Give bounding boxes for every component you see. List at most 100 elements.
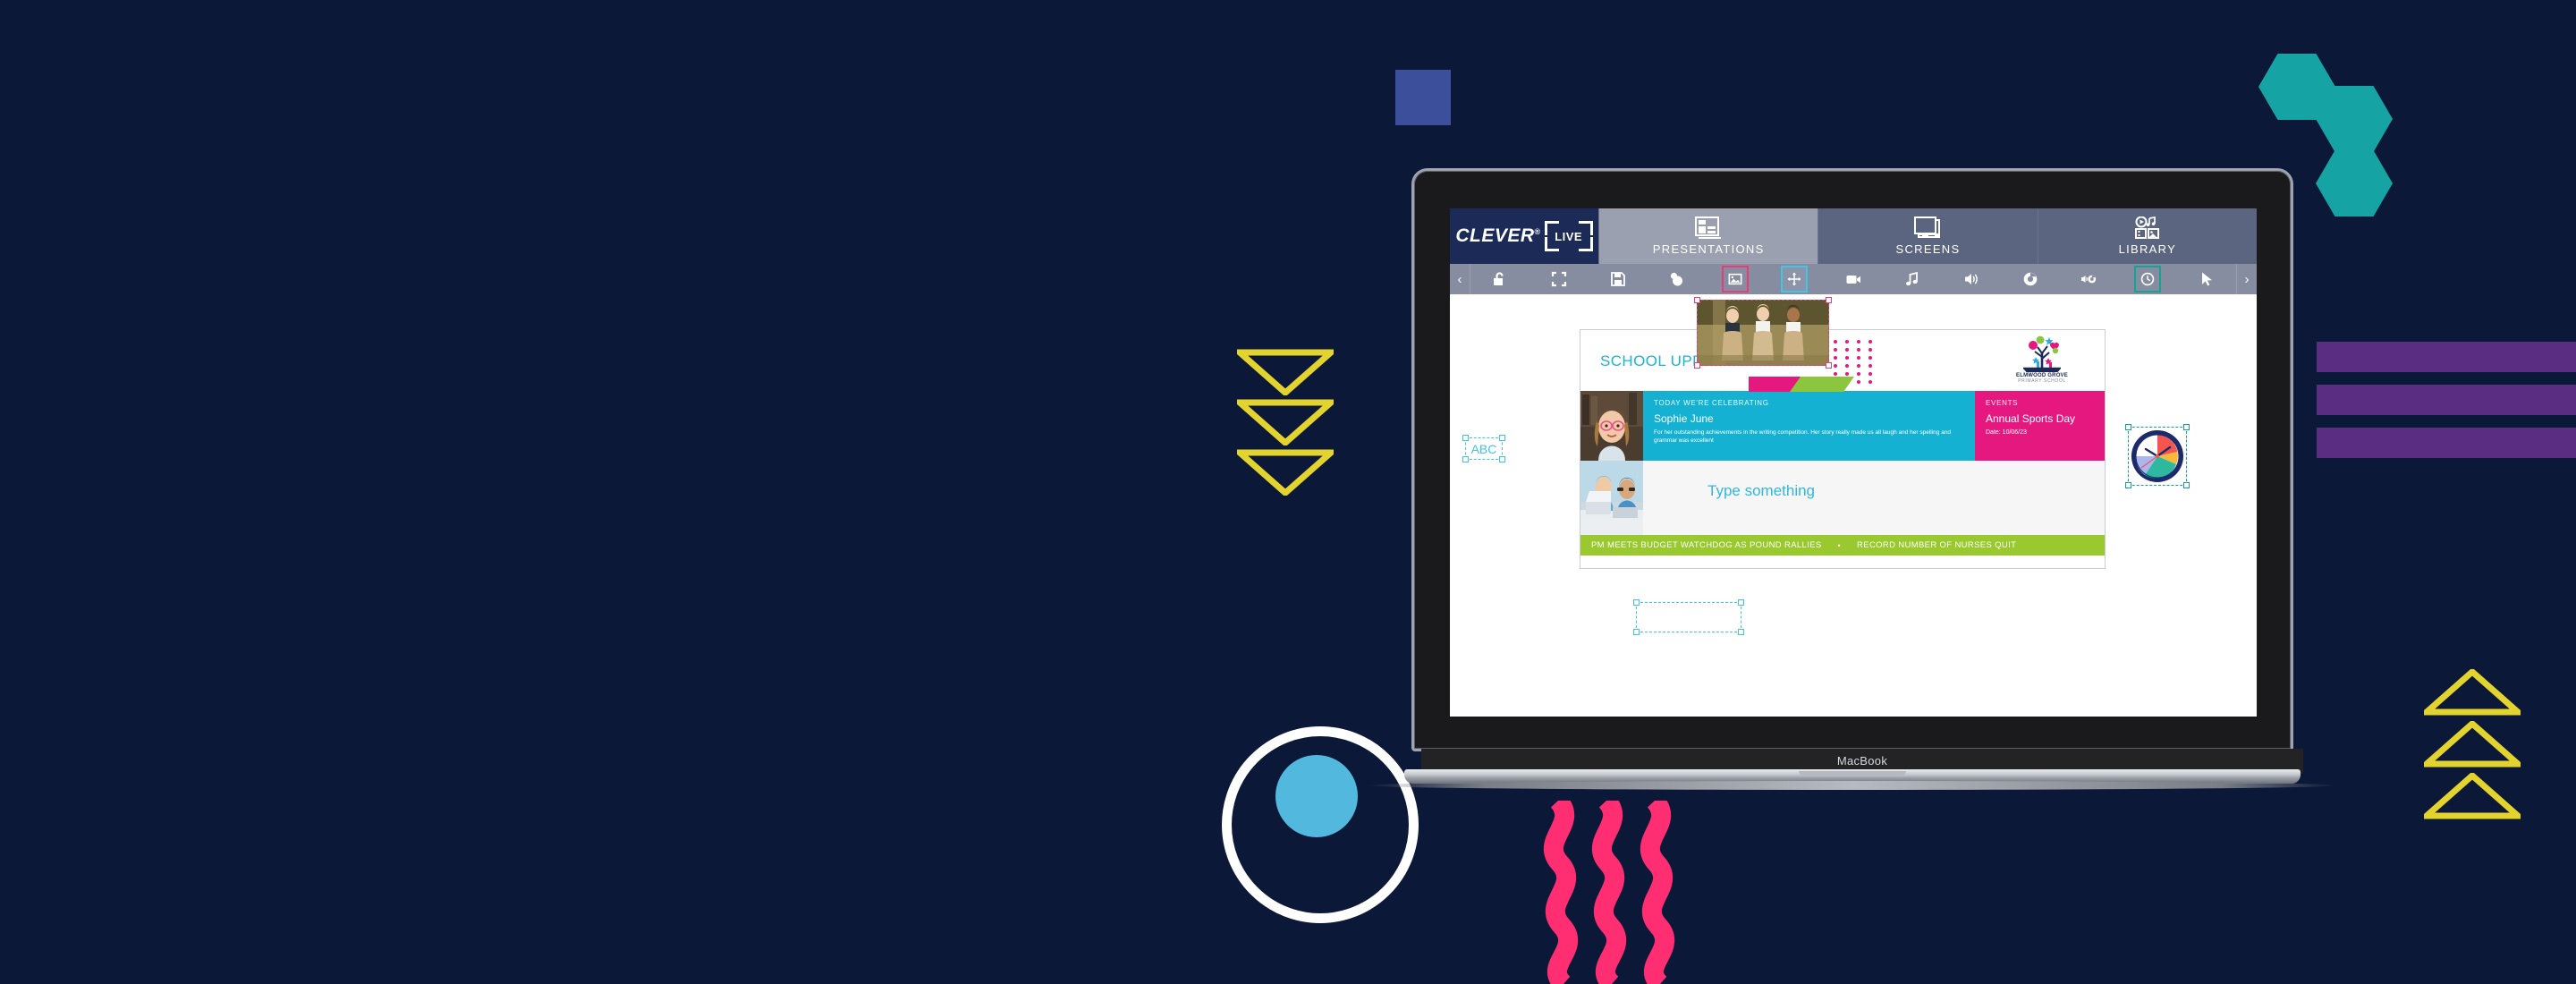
fullscreen-button[interactable] (1546, 266, 1572, 293)
tab-screens[interactable]: SCREENS (1818, 208, 2038, 264)
image-button[interactable] (1722, 266, 1750, 293)
cursor-icon (2202, 272, 2213, 286)
placeholder-text: Type something (1707, 482, 1816, 499)
dot (1868, 356, 1872, 360)
tab-label: LIBRARY (2118, 242, 2177, 256)
resize-handle[interactable] (1826, 362, 1832, 369)
laptop-base-shadow (1368, 781, 2336, 790)
resize-handle[interactable] (2125, 424, 2131, 430)
corner-bracket-icon (1578, 221, 1593, 235)
corner-bracket-icon (1578, 237, 1593, 251)
toolbar-next-button[interactable]: › (2237, 272, 2257, 287)
dot (1834, 372, 1837, 376)
video-button[interactable] (1840, 266, 1867, 293)
dot (1857, 364, 1860, 368)
image-selection-box[interactable] (1694, 297, 1832, 369)
color-bands-decoration (1749, 377, 1854, 392)
triangle-down-icon (1237, 349, 1334, 395)
tab-library[interactable]: LIBRARY (2037, 208, 2257, 264)
events-date: Date: 10/06/23 (1986, 429, 2027, 436)
toolbar-prev-button[interactable]: ‹ (1450, 272, 1470, 287)
resize-handle[interactable] (2183, 482, 2190, 488)
corner-bracket-icon (1544, 221, 1559, 235)
editor-toolbar: ‹ › (1450, 264, 2257, 294)
triangle-down-icon (1237, 399, 1334, 445)
text-placeholder-area[interactable]: Type something (1643, 461, 2105, 535)
media-library-icon (2134, 216, 2159, 239)
shapes-icon (1671, 272, 1683, 286)
slide-middle-row: TODAY WE'RE CELEBRATING Sophie June For … (1580, 391, 2105, 461)
dot (1857, 356, 1860, 360)
cursor-button[interactable] (2193, 266, 2220, 293)
dot (1845, 364, 1849, 368)
browser-icon (2023, 272, 2037, 286)
resize-handle[interactable] (1694, 297, 1700, 303)
school-subtitle: PRIMARY SCHOOL (2018, 378, 2066, 384)
clock-button[interactable] (2134, 266, 2162, 293)
sound-icon (1964, 274, 1978, 284)
resize-handle[interactable] (1633, 629, 1640, 635)
blue-circle-decoration (1275, 755, 1358, 837)
browser-button[interactable] (2017, 266, 2044, 293)
app-header: CLEVER® LIVE PRESENTATIONS SCREENS LIBRA… (1450, 208, 2257, 264)
resize-handle[interactable] (2125, 482, 2131, 488)
chevron-down-decoration-group (1237, 349, 1344, 496)
laptop-screen: CLEVER® LIVE PRESENTATIONS SCREENS LIBRA… (1450, 208, 2257, 717)
macbook-mockup: CLEVER® LIVE PRESENTATIONS SCREENS LIBRA… (1368, 168, 2336, 802)
classroom-photo (1580, 461, 1643, 535)
dot (1857, 340, 1860, 344)
celebrating-kicker: TODAY WE'RE CELEBRATING (1654, 399, 1769, 407)
celebrating-description: For her outstanding achievements in the … (1654, 429, 1952, 445)
resize-handle[interactable] (2183, 424, 2190, 430)
dot (1834, 356, 1837, 360)
events-kicker: EVENTS (1986, 399, 2019, 407)
school-logo: ELMWOOD GROVE PRIMARY SCHOOL (2003, 334, 2081, 389)
unlock-icon (1493, 272, 1504, 285)
purple-bar-decoration (2317, 385, 2576, 415)
purple-bar-decoration (2317, 428, 2576, 458)
abc-text-object[interactable]: ABC (1462, 435, 1505, 462)
triangle-up-icon (2424, 721, 2521, 768)
slide-canvas[interactable]: SCHOOL UPDATE ELMWOOD GROVE PRIMARY SCHO… (1450, 294, 2257, 717)
celebrating-panel: TODAY WE'RE CELEBRATING Sophie June For … (1643, 391, 1975, 461)
resize-handle[interactable] (1738, 629, 1744, 635)
tab-presentations[interactable]: PRESENTATIONS (1598, 208, 1818, 264)
audio-web-button[interactable] (2075, 266, 2102, 293)
dot (1834, 348, 1837, 352)
tab-label: SCREENS (1895, 242, 1961, 256)
ticker-item: RECORD NUMBER OF NURSES QUIT (1857, 540, 2017, 550)
dot (1834, 340, 1837, 344)
purple-bar-decoration (2317, 342, 2576, 372)
resize-handle[interactable] (1738, 599, 1744, 606)
move-button[interactable] (1781, 266, 1809, 293)
ticker-bullet: • (1837, 540, 1842, 550)
unlock-button[interactable] (1487, 266, 1513, 293)
dot (1845, 356, 1849, 360)
resize-handle[interactable] (1826, 297, 1832, 303)
poster-stage: CLEVER® LIVE PRESENTATIONS SCREENS LIBRA… (0, 0, 2576, 984)
save-button[interactable] (1605, 266, 1631, 293)
dot (1868, 348, 1872, 352)
text-object-selection[interactable] (1633, 599, 1744, 635)
dot (1868, 364, 1872, 368)
resize-handle[interactable] (1694, 362, 1700, 369)
shapes-button[interactable] (1663, 266, 1690, 293)
celebrating-name: Sophie June (1654, 412, 1714, 425)
blue-square-decoration (1395, 70, 1451, 125)
monitor-icon (1914, 216, 1941, 238)
events-name: Annual Sports Day (1986, 412, 2076, 425)
audio-web-icon (2081, 275, 2097, 284)
dot (1857, 348, 1860, 352)
chevron-up-decoration-group (2424, 669, 2531, 830)
dot (1845, 372, 1849, 376)
resize-handle[interactable] (1633, 599, 1640, 606)
sound-button[interactable] (1958, 266, 1985, 293)
image-icon (1728, 273, 1742, 285)
music-button[interactable] (1899, 266, 1926, 293)
news-ticker: PM MEETS BUDGET WATCHDOG AS POUND RALLIE… (1580, 535, 2105, 556)
clock-selection-box[interactable] (2125, 424, 2190, 488)
dot (1845, 340, 1849, 344)
slide[interactable]: SCHOOL UPDATE ELMWOOD GROVE PRIMARY SCHO… (1580, 329, 2106, 569)
slide-lower-row: Type something (1580, 461, 2105, 535)
school-tree-icon (2023, 335, 2061, 372)
